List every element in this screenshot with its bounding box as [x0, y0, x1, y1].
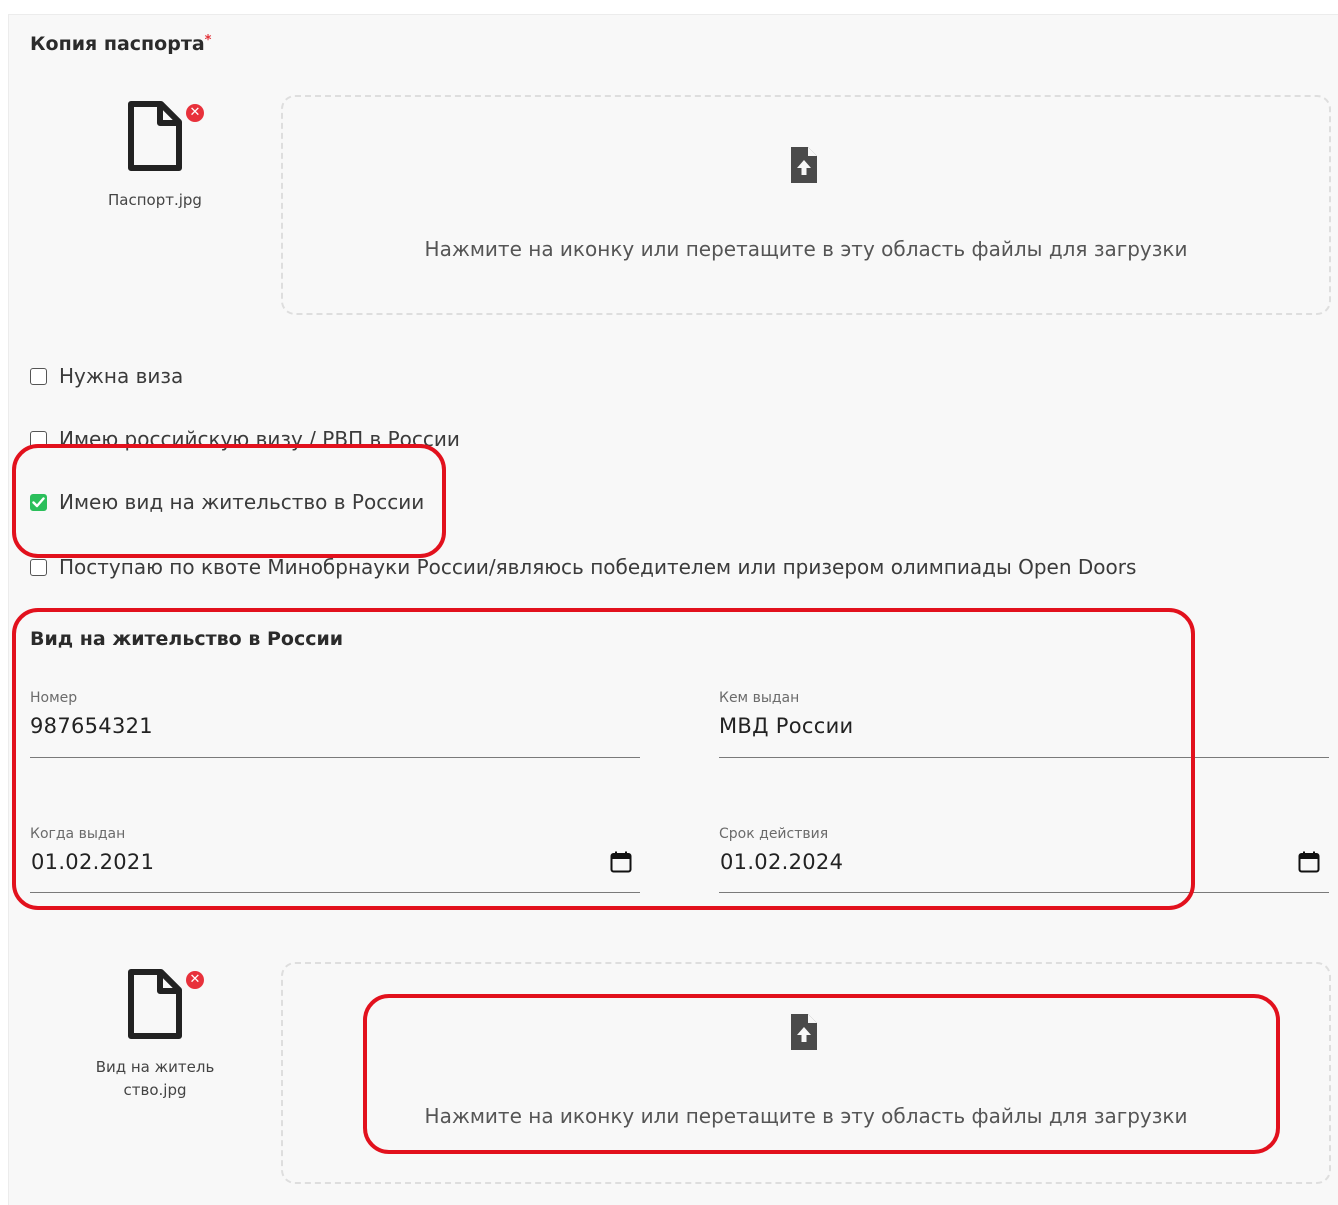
- upload-file-icon[interactable]: [791, 147, 817, 183]
- file-icon: [128, 101, 182, 171]
- expiry-date-field[interactable]: 01.02.2024: [720, 850, 843, 874]
- checkmark-icon: [32, 496, 45, 507]
- checkbox-box[interactable]: [30, 367, 47, 385]
- remove-file-icon[interactable]: ✕: [186, 104, 204, 122]
- required-marker: *: [204, 33, 212, 48]
- issued-date-field[interactable]: 01.02.2021: [31, 850, 154, 874]
- upload-file-icon[interactable]: [791, 1014, 817, 1050]
- checkbox-residence-permit[interactable]: Имею вид на жительство в России: [30, 490, 424, 514]
- number-label: Номер: [30, 690, 78, 706]
- passport-dropzone[interactable]: Нажмите на иконку или перетащите в эту о…: [281, 95, 1331, 315]
- residence-section-title: Вид на жительство в России: [30, 628, 344, 650]
- residence-file-name-line1: Вид на житель: [95, 1058, 215, 1076]
- checkbox-quota[interactable]: Поступаю по квоте Минобрнауки России/явл…: [30, 555, 1136, 579]
- issuer-field[interactable]: МВД России: [719, 714, 854, 738]
- issued-date-underline: [30, 892, 640, 893]
- residence-dropzone-text: Нажмите на иконку или перетащите в эту о…: [424, 1104, 1188, 1128]
- checkbox-box-checked[interactable]: [30, 493, 47, 511]
- checkbox-label: Имею вид на жительство в России: [59, 490, 425, 514]
- number-field-underline: [30, 757, 640, 758]
- checkbox-box[interactable]: [30, 558, 47, 576]
- calendar-icon[interactable]: [610, 851, 632, 873]
- issued-date-label: Когда выдан: [30, 826, 126, 842]
- checkbox-have-visa[interactable]: Имею российскую визу / РВП в России: [30, 427, 460, 451]
- checkbox-box[interactable]: [30, 430, 47, 448]
- calendar-icon[interactable]: [1298, 851, 1320, 873]
- passport-dropzone-text: Нажмите на иконку или перетащите в эту о…: [424, 237, 1188, 261]
- checkbox-need-visa[interactable]: Нужна виза: [30, 364, 183, 388]
- remove-file-icon[interactable]: ✕: [186, 971, 204, 989]
- residence-file-item[interactable]: Вид на житель ство.jpg: [65, 968, 245, 1102]
- checkbox-label: Поступаю по квоте Минобрнауки России/явл…: [59, 555, 1137, 579]
- residence-file-name-line2: ство.jpg: [123, 1081, 187, 1099]
- expiry-date-label: Срок действия: [719, 826, 829, 842]
- passport-section-title: Копия паспорта*: [30, 33, 211, 55]
- checkbox-label: Нужна виза: [59, 364, 184, 388]
- residence-dropzone[interactable]: Нажмите на иконку или перетащите в эту о…: [281, 962, 1331, 1184]
- passport-file-item[interactable]: Паспорт.jpg: [65, 100, 245, 212]
- issuer-field-underline: [719, 757, 1329, 758]
- passport-file-name: Паспорт.jpg: [108, 191, 202, 209]
- number-field[interactable]: 987654321: [30, 714, 153, 738]
- file-icon: [128, 969, 182, 1039]
- passport-title-text: Копия паспорта: [30, 33, 205, 55]
- expiry-date-underline: [719, 892, 1329, 893]
- issuer-label: Кем выдан: [719, 690, 800, 706]
- checkbox-label: Имею российскую визу / РВП в России: [59, 427, 460, 451]
